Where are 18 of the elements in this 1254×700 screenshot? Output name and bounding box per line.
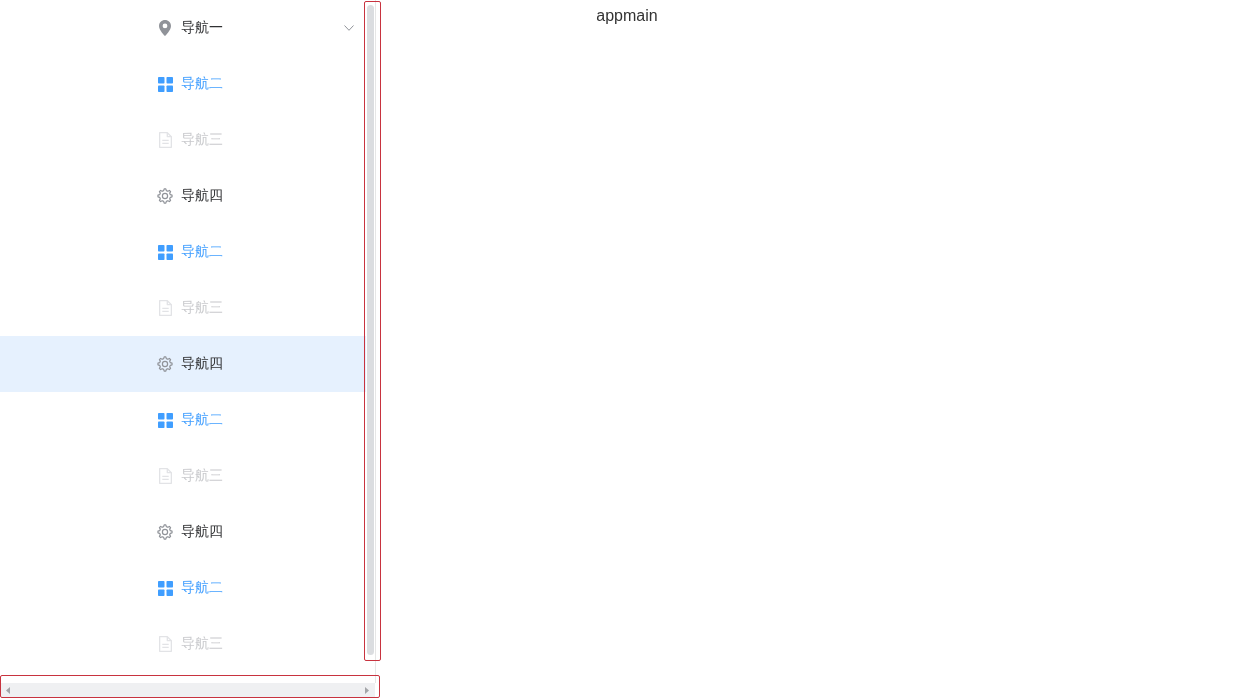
- gear-icon: [157, 188, 173, 204]
- gear-icon: [157, 356, 173, 372]
- gear-icon: [157, 524, 173, 540]
- grid-icon: [157, 76, 173, 92]
- horizontal-scrollbar[interactable]: [0, 683, 375, 697]
- document-icon: [158, 132, 172, 148]
- scrollbar-thumb[interactable]: [367, 5, 374, 655]
- grid-icon: [157, 412, 173, 428]
- location-pin-icon: [159, 20, 171, 36]
- right-arrow-icon[interactable]: [365, 686, 369, 694]
- document-icon: [158, 636, 172, 652]
- grid-icon: [157, 580, 173, 596]
- document-icon: [158, 468, 172, 484]
- menu-item[interactable]: 导航四: [0, 336, 366, 392]
- main-area-label: appmain: [596, 7, 658, 25]
- document-icon: [158, 300, 172, 316]
- left-arrow-icon[interactable]: [6, 686, 10, 694]
- grid-icon: [157, 244, 173, 260]
